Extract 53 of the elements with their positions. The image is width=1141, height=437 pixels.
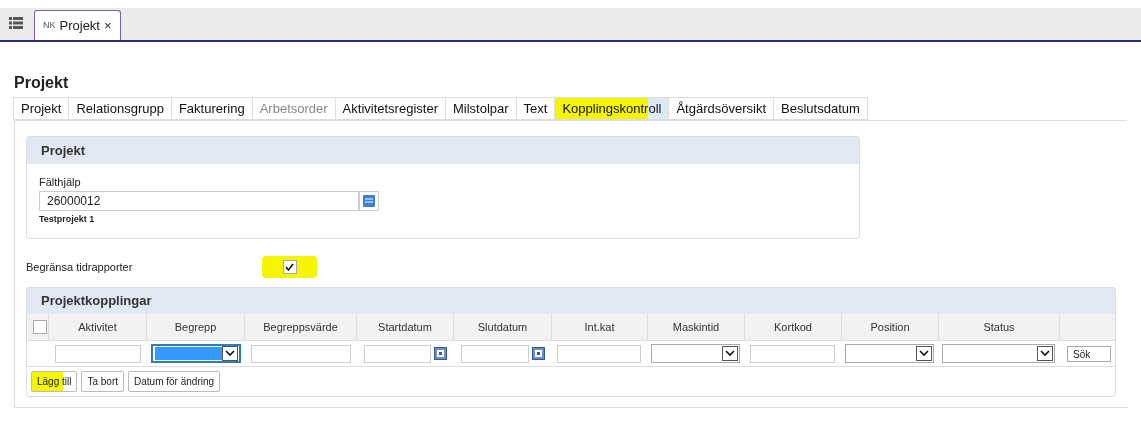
calendar-icon[interactable]: [433, 347, 447, 360]
app-tab[interactable]: NK Projekt ×: [34, 10, 121, 40]
date-field[interactable]: [363, 344, 431, 363]
close-icon[interactable]: ×: [104, 15, 112, 36]
select-field[interactable]: [651, 344, 741, 363]
selected-option: [154, 347, 222, 360]
column-header: Position: [870, 319, 910, 335]
lookup-icon[interactable]: [359, 190, 379, 211]
column-header: Maskintid: [672, 319, 720, 335]
search-button[interactable]: Sök: [1067, 345, 1111, 362]
dropdown-icon: [1037, 346, 1054, 361]
tab[interactable]: Milstolpar: [444, 97, 517, 120]
menu-icon[interactable]: [9, 17, 23, 29]
project-field[interactable]: 26000012: [39, 190, 359, 211]
dropdown-icon: [916, 346, 933, 361]
card-title: Projekt: [27, 137, 859, 164]
column-header: Begrepp: [174, 319, 217, 335]
filter-field[interactable]: [557, 344, 642, 363]
tab[interactable]: Åtgärdsöversikt: [668, 97, 775, 120]
tab[interactable]: Beslutsdatum: [773, 97, 868, 120]
column-header: Kortkod: [774, 319, 812, 335]
calendar-icon[interactable]: [531, 347, 545, 360]
select-field[interactable]: [150, 344, 241, 363]
select-field[interactable]: [845, 344, 935, 363]
dropdown-icon: [221, 346, 238, 361]
tab[interactable]: Relationsgrupp: [68, 97, 172, 120]
tab[interactable]: Projekt: [13, 97, 70, 120]
column-header: Aktivitet: [78, 319, 117, 335]
column-header: Status: [983, 319, 1015, 335]
card-title: Projektkopplingar: [27, 288, 1115, 314]
checkbox[interactable]: [32, 320, 47, 334]
date-field[interactable]: [460, 344, 529, 363]
dropdown-icon: [722, 346, 739, 361]
tab[interactable]: Fakturering: [170, 97, 253, 120]
column-header: Slutdatum: [477, 319, 528, 335]
checkbox[interactable]: [282, 260, 297, 274]
badge-label: NK: [43, 18, 56, 32]
column-header: Startdatum: [378, 319, 432, 335]
select-field[interactable]: [942, 344, 1056, 363]
filter-field[interactable]: [54, 344, 141, 363]
action-button[interactable]: Datum för ändring: [128, 371, 221, 392]
filter-field[interactable]: [750, 344, 836, 363]
page-title: Projekt: [14, 74, 70, 92]
check-icon: [285, 263, 294, 271]
checkbox-label: Begränsa tidrapporter: [26, 259, 134, 275]
column-header: Int.kat: [584, 319, 615, 335]
action-button[interactable]: Ta bort: [81, 371, 125, 392]
tab[interactable]: Aktivitetsregister: [334, 97, 446, 120]
column-header: Begreppsvärde: [263, 319, 338, 335]
filter-field[interactable]: [250, 344, 351, 363]
tab[interactable]: Text: [515, 97, 556, 120]
field-label: Fälthjälp: [39, 175, 82, 190]
project-description: Testprojekt 1: [39, 212, 96, 226]
